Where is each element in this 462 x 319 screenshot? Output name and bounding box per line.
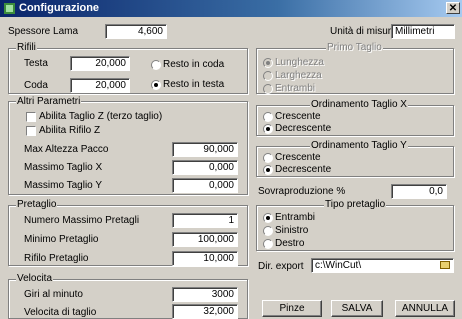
max-altezza-input[interactable]: 90,000 [172,142,238,157]
testa-input[interactable]: 20,000 [70,56,130,71]
primo-taglio-entrambi-radio[interactable] [263,84,273,94]
velocita-legend: Velocita [16,273,54,284]
massimo-x-input[interactable]: 0,000 [172,160,238,175]
altri-parametri-legend: Altri Parametri [16,96,82,107]
ordinamento-x-decrescente-radio[interactable] [263,124,273,134]
minimo-pretaglio-input[interactable]: 100,000 [172,232,238,247]
ordinamento-y-crescente-radio[interactable] [263,153,273,163]
primo-taglio-legend: Primo Taglio [326,42,383,53]
pinze-button[interactable]: Pinze [262,300,322,317]
numero-pretagli-input[interactable]: 1 [172,213,238,228]
abilita-taglio-z-label: Abilita Taglio Z (terzo taglio) [39,111,163,122]
annulla-button[interactable]: ANNULLA [395,300,455,317]
dir-export-value: c:\WinCut\ [315,260,362,271]
pretaglio-legend: Pretaglio [16,199,58,210]
testa-label: Testa [24,58,48,69]
rifilo-pretaglio-input[interactable]: 10,000 [172,251,238,266]
ordinamento-y-decrescente-radio[interactable] [263,165,273,175]
velocita-taglio-input[interactable]: 32,000 [172,304,238,319]
salva-button[interactable]: SALVA [331,300,383,317]
ordinamento-y-legend: Ordinamento Taglio Y [310,140,408,151]
massimo-y-input[interactable]: 0,000 [172,178,238,193]
spessore-lama-input[interactable]: 4,600 [105,24,167,39]
primo-taglio-larghezza-label: Larghezza [275,70,322,81]
coda-input[interactable]: 20,000 [70,78,130,93]
ordinamento-y-decrescente-label: Decrescente [275,164,332,175]
sovraproduzione-input[interactable]: 0,0 [391,184,447,199]
ordinamento-x-crescente-label: Crescente [275,111,321,122]
primo-taglio-lunghezza-label: Lunghezza [275,57,324,68]
massimo-y-label: Massimo Taglio Y [24,180,102,191]
unita-misura-label: Unità di misura [330,26,397,37]
numero-pretagli-label: Numero Massimo Pretagli [24,215,140,226]
giri-input[interactable]: 3000 [172,287,238,302]
primo-taglio-larghezza-radio[interactable] [263,71,273,81]
abilita-taglio-z-checkbox[interactable] [26,112,36,122]
tipo-sinistro-radio[interactable] [263,226,273,236]
tipo-pretaglio-legend: Tipo pretaglio [324,199,387,210]
max-altezza-label: Max Altezza Pacco [24,144,109,155]
sovraproduzione-label: Sovraproduzione % [258,186,346,197]
app-icon [4,3,15,14]
ordinamento-x-legend: Ordinamento Taglio X [310,99,408,110]
resto-testa-radio[interactable] [151,80,161,90]
rifili-legend: Rifili [16,42,37,53]
tipo-entrambi-label: Entrambi [275,212,316,223]
resto-coda-radio[interactable] [151,60,161,70]
rifilo-pretaglio-label: Rifilo Pretaglio [24,253,89,264]
velocita-taglio-label: Velocita di taglio [24,307,97,318]
unita-misura-input[interactable]: Millimetri [391,24,455,39]
primo-taglio-entrambi-label: Entrambi [275,83,316,94]
ordinamento-y-crescente-label: Crescente [275,152,321,163]
ordinamento-x-crescente-radio[interactable] [263,112,273,122]
window-title: Configurazione [19,2,100,14]
dir-export-label: Dir. export [258,261,304,272]
tipo-destro-label: Destro [275,238,305,249]
folder-icon[interactable] [440,261,450,269]
coda-label: Coda [24,80,48,91]
resto-coda-label: Resto in coda [163,59,225,70]
dir-export-input[interactable]: c:\WinCut\ [311,258,454,273]
spessore-lama-label: Spessore Lama [8,26,79,37]
minimo-pretaglio-label: Minimo Pretaglio [24,234,99,245]
ordinamento-x-decrescente-label: Decrescente [275,123,332,134]
resto-testa-label: Resto in testa [163,79,225,90]
tipo-destro-radio[interactable] [263,239,273,249]
abilita-rifilo-z-label: Abilita Rifilo Z [39,125,101,136]
abilita-rifilo-z-checkbox[interactable] [26,126,36,136]
close-button[interactable]: ✕ [446,2,460,14]
title-bar: Configurazione ✕ [0,0,462,17]
tipo-sinistro-label: Sinistro [275,225,309,236]
primo-taglio-lunghezza-radio[interactable] [263,58,273,68]
massimo-x-label: Massimo Taglio X [24,162,103,173]
tipo-entrambi-radio[interactable] [263,213,273,223]
giri-label: Giri al minuto [24,289,83,300]
